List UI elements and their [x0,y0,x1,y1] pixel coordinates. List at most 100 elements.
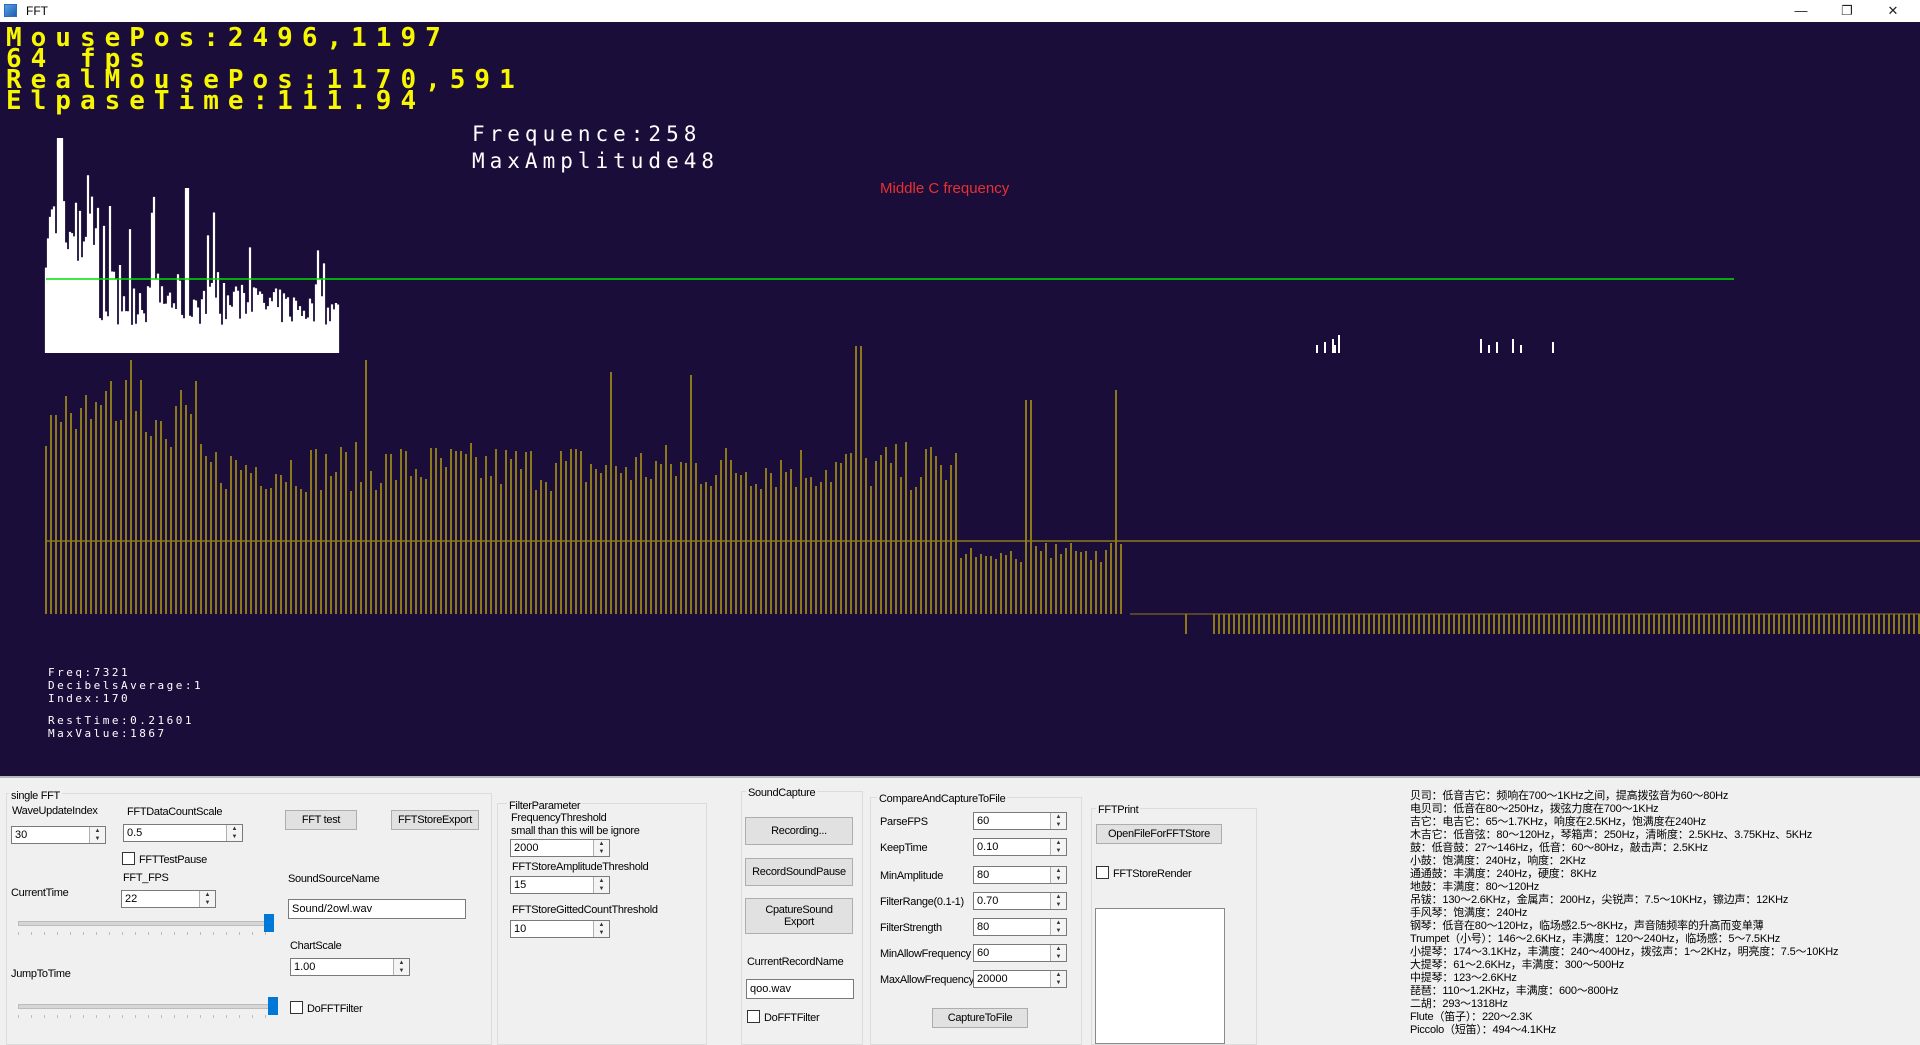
compare-field-label: FilterRange(0.1-1) [880,896,964,908]
instrument-info-line: 鼓：低音鼓：27～146Hz，低音：60～80Hz，敲击声：2.5KHz [1410,842,1708,854]
sound-capture-do-fft-filter-checkbox[interactable]: DoFFTFilter [747,1010,820,1024]
spectrum-tick [1488,345,1490,353]
minimize-button[interactable]: — [1778,0,1824,22]
compare-field-label: MinAllowFrequency [880,948,971,960]
fft-spectrum [44,138,340,353]
compare-field-input[interactable]: 80 ▲ ▼ [973,918,1067,936]
instrument-info-line: 吉它：电吉它：65～1.7KHz，响度在2.5KHz，饱满度在240Hz [1410,816,1706,828]
amplitude-bars [45,346,1920,634]
current-time-label: CurrentTime [11,887,69,899]
fft-visualization[interactable]: MousePos:2496,1197 64 fps RealMousePos:1… [0,22,1920,776]
max-amplitude-readout: MaxAmplitude48 [472,149,720,173]
stat-decibels-average: DecibelsAverage:1 [48,679,204,692]
instrument-info-line: Trumpet（小号）：146～2.6KHz，丰满度：120～240Hz，临场感… [1410,933,1781,945]
fft-print-title: FFTPrint [1096,804,1141,816]
sound-source-name-input[interactable]: Sound/2owl.wav [288,899,466,919]
app-icon [4,4,17,17]
record-sound-pause-button[interactable]: RecordSoundPause [745,858,853,886]
recording-button[interactable]: Recording... [745,817,853,845]
gitted-count-threshold-input[interactable]: 10 ▲ ▼ [510,920,610,938]
window-titlebar: FFT — ❐ ✕ [0,0,1920,23]
compare-field-input[interactable]: 0.10 ▲ ▼ [973,838,1067,856]
spectrum-tick [1496,342,1498,353]
spectrum-tick [1480,339,1482,353]
jump-to-time-label: JumpToTime [11,968,71,980]
amplitude-threshold-label: FFTStoreAmplitudeThreshold [512,861,649,873]
single-fft-title: single FFT [9,790,62,802]
instrument-info-line: Piccolo（短笛）：494～4.1KHz [1410,1024,1556,1036]
wave-update-index-label: WaveUpdateIndex [12,805,98,817]
compare-field-input[interactable]: 80 ▲ ▼ [973,866,1067,884]
instrument-info-line: 手风琴：饱满度：240Hz [1410,907,1528,919]
current-time-slider-track[interactable] [18,921,272,926]
stat-max-value: MaxValue:1867 [48,727,167,740]
stat-rest-time: RestTime:0.21601 [48,714,194,727]
instrument-info-line: 通通鼓：丰满度：240Hz，硬度：8KHz [1410,868,1597,880]
current-time-slider-thumb[interactable] [264,914,274,932]
spectrum-tick [1338,335,1340,353]
sound-source-name-label: SoundSourceName [288,873,380,885]
frequence-readout: Frequence:258 [472,122,702,146]
instrument-info-line: 二胡：293～1318Hz [1410,998,1508,1010]
hud-elapse-time: ElpaseTime:111.94 [6,86,426,116]
capture-to-file-button[interactable]: CaptureToFile [932,1008,1028,1028]
instrument-info-line: 电贝司：低音在80～250Hz，拨弦力度在700～1KHz [1410,803,1659,815]
frequency-threshold-label: FrequencyThreshold [511,812,607,824]
fft-data-count-scale-input[interactable]: 0.5 ▲ ▼ [123,824,243,842]
spectrum-tick [1520,345,1522,353]
open-file-for-fft-store-button[interactable]: OpenFileForFFTStore [1096,824,1222,844]
frequency-threshold-input[interactable]: 2000 ▲ ▼ [510,839,610,857]
fft-store-export-button[interactable]: FFTStoreExport [391,810,479,830]
compare-field-input[interactable]: 60 ▲ ▼ [973,812,1067,830]
fft-fps-label: FFT_FPS [123,872,169,884]
current-record-name-input[interactable]: qoo.wav [746,979,854,999]
fft-data-count-scale-label: FFTDataCountScale [127,806,223,818]
capture-sound-export-button[interactable]: CpatureSound Export [745,898,853,934]
jump-to-time-slider-thumb[interactable] [268,997,278,1015]
instrument-frequency-info: 贝司：低音吉它：频响在700～1KHz之间，提高拨弦音为60～80Hz 电贝司：低… [1410,790,1839,1037]
current-time-slider-ticks [18,932,270,935]
compare-field-input[interactable]: 20000 ▲ ▼ [973,970,1067,988]
compare-field-input[interactable]: 60 ▲ ▼ [973,944,1067,962]
instrument-info-line: 大提琴：61～2.6KHz，丰满度：300～500Hz [1410,959,1625,971]
gitted-count-threshold-label: FFTStoreGittedCountThreshold [512,904,658,916]
sound-capture-title: SoundCapture [746,787,818,799]
instrument-info-line: 钢琴：低音在80～120Hz，临场感2.5～8KHz，声音随频率的升高而变单薄 [1410,920,1764,932]
compare-field-input[interactable]: 0.70 ▲ ▼ [973,892,1067,910]
instrument-info-line: 琵琶：110～1.2KHz，丰满度：600～800Hz [1410,985,1619,997]
fft-store-listbox[interactable] [1095,908,1225,1044]
close-button[interactable]: ✕ [1870,0,1916,22]
fft-test-button[interactable]: FFT test [285,810,357,830]
fft-fps-input[interactable]: 22 ▲ ▼ [121,890,216,908]
spectrum-tick [1316,345,1318,353]
compare-field-label: MinAmplitude [880,870,944,882]
instrument-info-line: Flute（笛子）：220～2.3K [1410,1011,1533,1023]
compare-capture-title: CompareAndCaptureToFile [877,793,1008,805]
fft-store-render-checkbox[interactable]: FFTStoreRender [1096,866,1192,880]
instrument-info-line: 小鼓：饱满度：240Hz，响度：2KHz [1410,855,1586,867]
stat-freq: Freq:7321 [48,666,131,679]
single-fft-do-fft-filter-checkbox[interactable]: DoFFTFilter [290,1001,363,1015]
spectrum-tick [1334,345,1336,353]
amplitude-threshold-input[interactable]: 15 ▲ ▼ [510,876,610,894]
chart-scale-input[interactable]: 1.00 ▲ ▼ [290,958,410,976]
instrument-info-line: 中提琴：123～2.6KHz [1410,972,1517,984]
restore-button[interactable]: ❐ [1824,0,1870,22]
spectrum-tick [1552,342,1554,353]
current-record-name-label: CurrentRecordName [747,956,844,968]
jump-to-time-slider-track[interactable] [18,1004,276,1009]
spectrum-canvas [44,138,1920,634]
fft-test-pause-checkbox[interactable]: FFTTestPause [122,852,207,866]
spectrum-tick [1324,342,1326,353]
wave-update-index-input[interactable]: 30 ▲ ▼ [11,826,106,844]
instrument-info-line: 贝司：低音吉它：频响在700～1KHz之间，提高拨弦音为60～80Hz [1410,790,1729,802]
instrument-info-line: 地鼓：丰满度：80～120Hz [1410,881,1540,893]
compare-field-label: KeepTime [880,842,928,854]
instrument-info-line: 吊钹：130～2.6KHz，金属声：200Hz，尖锐声：7.5～10KHz，镲边… [1410,894,1789,906]
frequency-threshold-hint: small than this will be ignore [511,825,640,837]
spectrum-tick [1332,339,1334,353]
jump-to-time-slider-ticks [18,1015,274,1018]
window-title: FFT [26,4,48,18]
compare-field-label: FilterStrength [880,922,942,934]
middle-c-label: Middle C frequency [880,180,1010,197]
